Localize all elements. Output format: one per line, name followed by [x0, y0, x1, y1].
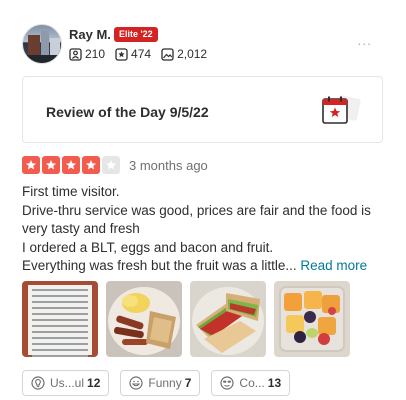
photo-count-stat: 474 — [115, 47, 151, 61]
star-box-icon — [115, 47, 128, 61]
review-count-stat: 210 — [69, 47, 105, 61]
funny-label: Funny — [148, 376, 182, 390]
review-line: Drive-thru service was good, prices are … — [22, 202, 371, 218]
funny-face-icon — [129, 376, 143, 390]
fruit-photo[interactable] — [274, 281, 350, 357]
star-icon — [42, 156, 60, 174]
cool-button[interactable]: Co... 13 — [211, 370, 291, 396]
star-icon — [62, 156, 80, 174]
review-count: 210 — [85, 47, 106, 61]
menu-photo[interactable] — [22, 281, 98, 357]
cool-count: 13 — [267, 376, 282, 390]
reviews-icon — [69, 47, 82, 61]
image-icon — [161, 47, 174, 61]
friend-count-stat: 2,012 — [161, 47, 207, 61]
calendar-star-icon — [319, 95, 363, 132]
review-line: I ordered a BLT, eggs and bacon and frui… — [22, 239, 274, 255]
lightbulb-icon — [31, 376, 45, 390]
user-name[interactable]: Ray M. — [69, 27, 111, 42]
star-empty-icon — [102, 156, 120, 174]
sunglasses-face-icon — [220, 376, 235, 390]
review-last-line: Everything was fresh but the fruit was a… — [22, 257, 388, 276]
star-icon — [82, 156, 100, 174]
friend-count: 2,012 — [177, 47, 208, 61]
read-more-link[interactable]: Read more — [300, 258, 367, 273]
review-line: very tasty and fresh — [22, 221, 140, 236]
review-photos — [22, 281, 358, 357]
more-options-icon[interactable]: ... — [357, 32, 372, 48]
funny-count: 7 — [184, 376, 192, 390]
elite-badge: Elite '22 — [114, 27, 158, 42]
useful-button[interactable]: Us...ul 12 — [22, 370, 110, 396]
review-line: Everything was fresh but the fruit was a… — [22, 258, 297, 273]
review-text[interactable]: First time visitor. Drive-thru service w… — [22, 183, 388, 276]
avatar[interactable] — [22, 24, 62, 64]
review-of-the-day-label: Review of the Day 9/5/22 — [46, 104, 209, 120]
useful-count: 12 — [87, 376, 101, 390]
eggs-bacon-photo[interactable] — [106, 281, 182, 357]
user-stats: 210 474 2,012 — [69, 47, 217, 61]
review-line: First time visitor. — [22, 184, 120, 199]
review-of-the-day-card[interactable]: Review of the Day 9/5/22 — [22, 76, 383, 143]
useful-label: Us...ul — [50, 376, 85, 390]
review-date: 3 months ago — [129, 157, 208, 173]
review-rating: 3 months ago — [22, 156, 208, 174]
cool-label: Co... — [239, 376, 265, 390]
funny-button[interactable]: Funny 7 — [120, 370, 201, 396]
review-header: Ray M. Elite '22 210 474 2,012 ... — [22, 24, 386, 66]
star-icon — [22, 156, 40, 174]
reaction-buttons: Us...ul 12 Funny 7 Co... 13 — [22, 370, 301, 396]
blt-photo[interactable] — [190, 281, 266, 357]
photo-count: 474 — [131, 47, 152, 61]
